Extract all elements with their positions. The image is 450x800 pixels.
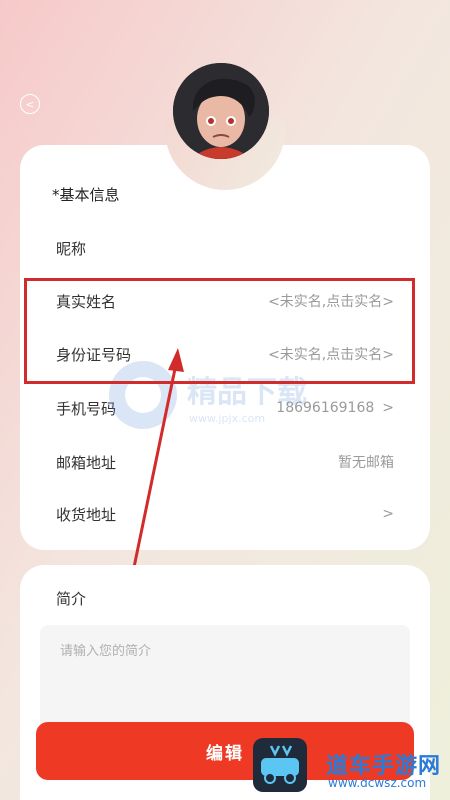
brand-url: www.dcwsz.com [328,776,427,790]
brand-logo-icon [253,738,307,792]
intro-title: 简介 [56,590,87,608]
intro-placeholder: 请输入您的简介 [60,644,152,659]
